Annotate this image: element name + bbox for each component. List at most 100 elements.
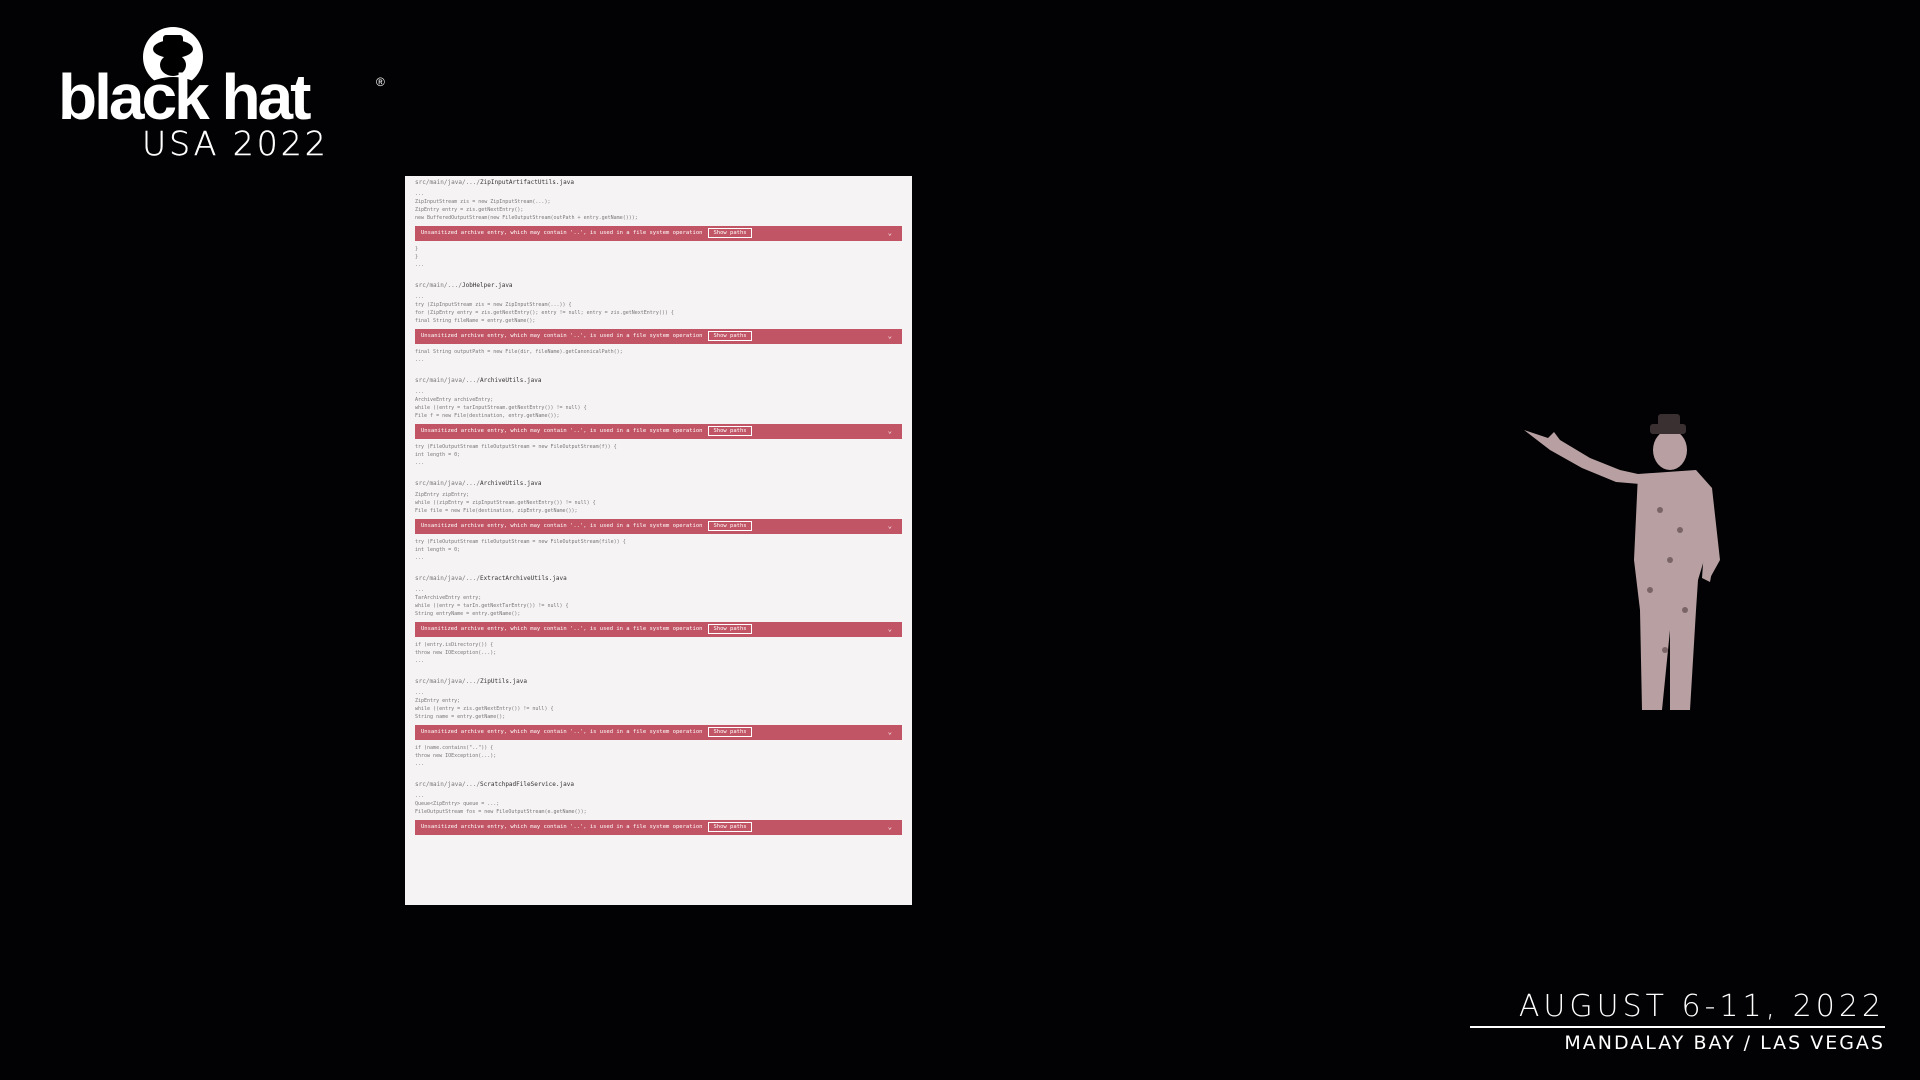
code-line: ...	[415, 690, 425, 696]
show-paths-button[interactable]: Show paths	[708, 331, 752, 341]
code-line: throw new IOException(...);	[415, 650, 497, 656]
show-paths-button[interactable]: Show paths	[708, 624, 752, 634]
event-date: AUGUST 6-11, 2022	[1518, 989, 1885, 1024]
file-path-header[interactable]: src/main/java/.../ArchiveUtils.java	[415, 477, 902, 491]
show-paths-button[interactable]: Show paths	[708, 822, 752, 832]
code-line: ...	[415, 191, 425, 197]
code-line: File f = new File(destination, entry.get…	[415, 413, 560, 419]
file-path-header[interactable]: src/main/java/.../ArchiveUtils.java	[415, 374, 902, 388]
alert-message: Unsanitized archive entry, which may con…	[421, 230, 703, 236]
code-line: ...	[415, 587, 425, 593]
code-line: Queue<ZipEntry> queue = ...;	[415, 801, 500, 807]
code-line: }	[415, 246, 419, 252]
results-list: src/main/java/.../ZipInputArtifactUtils.…	[405, 176, 912, 849]
alert-message: Unsanitized archive entry, which may con…	[421, 626, 703, 632]
code-line: ArchiveEntry archiveEntry;	[415, 397, 494, 403]
chevron-down-icon[interactable]: ⌄	[888, 226, 892, 241]
result-section: src/main/java/.../ZipUtils.java... ZipEn…	[405, 675, 912, 778]
show-paths-button[interactable]: Show paths	[708, 521, 752, 531]
code-line: ...	[415, 793, 425, 799]
alert-message: Unsanitized archive entry, which may con…	[421, 523, 703, 529]
code-line: try (FileOutputStream fileOutputStream =…	[415, 539, 626, 545]
file-path-prefix: src/main/java/.../	[415, 480, 481, 487]
alert-banner[interactable]: Unsanitized archive entry, which may con…	[415, 424, 902, 439]
file-path-header[interactable]: src/main/java/.../ZipInputArtifactUtils.…	[415, 176, 902, 190]
alert-banner[interactable]: Unsanitized archive entry, which may con…	[415, 329, 902, 344]
code-line: String name = entry.getName();	[415, 714, 506, 720]
code-line: try (ZipInputStream zis = new ZipInputSt…	[415, 302, 572, 308]
file-name: JobHelper.java	[461, 282, 513, 289]
code-line: ...	[415, 555, 425, 561]
chevron-down-icon[interactable]: ⌄	[888, 519, 892, 534]
file-name: ZipUtils.java	[480, 678, 527, 685]
chevron-down-icon[interactable]: ⌄	[888, 424, 892, 439]
file-path-prefix: src/main/java/.../	[415, 678, 481, 685]
chevron-down-icon[interactable]: ⌄	[888, 622, 892, 637]
chevron-down-icon[interactable]: ⌄	[888, 329, 892, 344]
code-line: ZipEntry zipEntry;	[415, 492, 470, 498]
alert-banner[interactable]: Unsanitized archive entry, which may con…	[415, 820, 902, 835]
show-paths-button[interactable]: Show paths	[708, 727, 752, 737]
code-line: ...	[415, 357, 425, 363]
file-path-prefix: src/main/java/.../	[415, 575, 481, 582]
logo-wordmark: black hat	[58, 61, 311, 133]
code-line: int length = 0;	[415, 547, 461, 553]
result-section: src/main/java/.../ArchiveUtils.java... A…	[405, 374, 912, 477]
file-path-prefix: src/main/java/.../	[415, 377, 481, 384]
code-line: ...	[415, 460, 425, 466]
alert-banner[interactable]: Unsanitized archive entry, which may con…	[415, 226, 902, 241]
file-name: ExtractArchiveUtils.java	[480, 575, 567, 582]
alert-banner[interactable]: Unsanitized archive entry, which may con…	[415, 519, 902, 534]
code-line: ...	[415, 761, 425, 767]
show-paths-button[interactable]: Show paths	[708, 228, 752, 238]
code-line: final String fileName = entry.getName();	[415, 318, 536, 324]
file-path-header[interactable]: src/main/java/.../ScratchpadFileService.…	[415, 778, 902, 792]
code-line: ...	[415, 658, 425, 664]
chevron-down-icon[interactable]: ⌄	[888, 820, 892, 835]
black-hat-logo: black hat ® USA 2022	[58, 25, 388, 160]
show-paths-button[interactable]: Show paths	[708, 426, 752, 436]
result-section: src/main/java/.../ExtractArchiveUtils.ja…	[405, 572, 912, 675]
logo-subtitle: USA 2022	[142, 124, 329, 163]
alert-banner[interactable]: Unsanitized archive entry, which may con…	[415, 725, 902, 740]
presenter-figure	[1524, 414, 1720, 710]
code-line: throw new IOException(...);	[415, 753, 497, 759]
code-line: FileOutputStream fos = new FileOutputStr…	[415, 809, 587, 815]
result-section: src/main/java/.../ZipInputArtifactUtils.…	[405, 176, 912, 279]
code-line: while ((entry = tarIn.getNextTarEntry())…	[415, 603, 569, 609]
alert-message: Unsanitized archive entry, which may con…	[421, 428, 703, 434]
code-line: File file = new File(destination, zipEnt…	[415, 508, 578, 514]
code-line: if (entry.isDirectory()) {	[415, 642, 494, 648]
event-info: AUGUST 6-11, 2022 MANDALAY BAY / LAS VEG…	[1470, 992, 1885, 1053]
code-line: while ((zipEntry = zipInputStream.getNex…	[415, 500, 596, 506]
code-line: ...	[415, 262, 425, 268]
code-line: ...	[415, 389, 425, 395]
code-line: ZipEntry entry;	[415, 698, 461, 704]
file-path-header[interactable]: src/main/java/.../ExtractArchiveUtils.ja…	[415, 572, 902, 586]
code-line: TarArchiveEntry entry;	[415, 595, 482, 601]
chevron-down-icon[interactable]: ⌄	[888, 725, 892, 740]
result-section: src/main/.../JobHelper.java... try (ZipI…	[405, 279, 912, 374]
file-name: ScratchpadFileService.java	[480, 781, 574, 788]
file-name: ZipInputArtifactUtils.java	[480, 179, 574, 186]
alert-message: Unsanitized archive entry, which may con…	[421, 824, 703, 830]
alert-banner[interactable]: Unsanitized archive entry, which may con…	[415, 622, 902, 637]
event-divider	[1470, 1026, 1885, 1028]
slide-code-scanning-results: src/main/java/.../ZipInputArtifactUtils.…	[405, 176, 912, 905]
code-line: while ((entry = tarInputStream.getNextEn…	[415, 405, 587, 411]
registered-mark: ®	[376, 75, 385, 89]
file-path-header[interactable]: src/main/.../JobHelper.java	[415, 279, 902, 293]
file-path-header[interactable]: src/main/java/.../ZipUtils.java	[415, 675, 902, 689]
code-line: new BufferedOutputStream(new FileOutputS…	[415, 215, 638, 221]
code-line: }	[415, 254, 419, 260]
file-path-prefix: src/main/java/.../	[415, 179, 481, 186]
code-line: final String outputPath = new File(dir, …	[415, 349, 623, 355]
code-line: while ((entry = zis.getNextEntry()) != n…	[415, 706, 554, 712]
file-name: ArchiveUtils.java	[480, 377, 542, 384]
